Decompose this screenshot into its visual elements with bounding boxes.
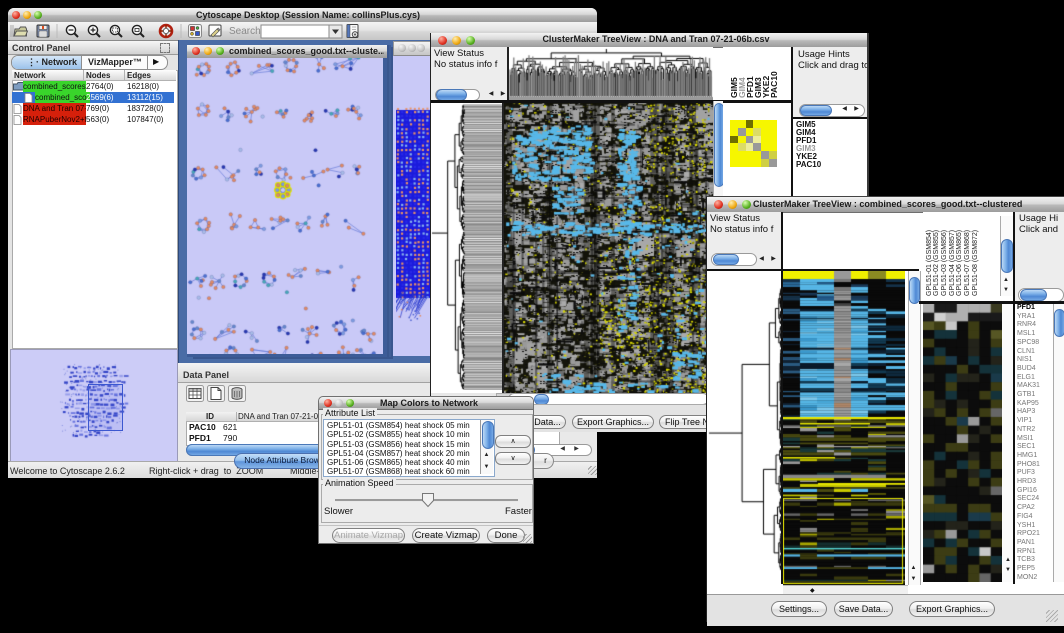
svg-text:Search:: Search: [229, 26, 263, 37]
